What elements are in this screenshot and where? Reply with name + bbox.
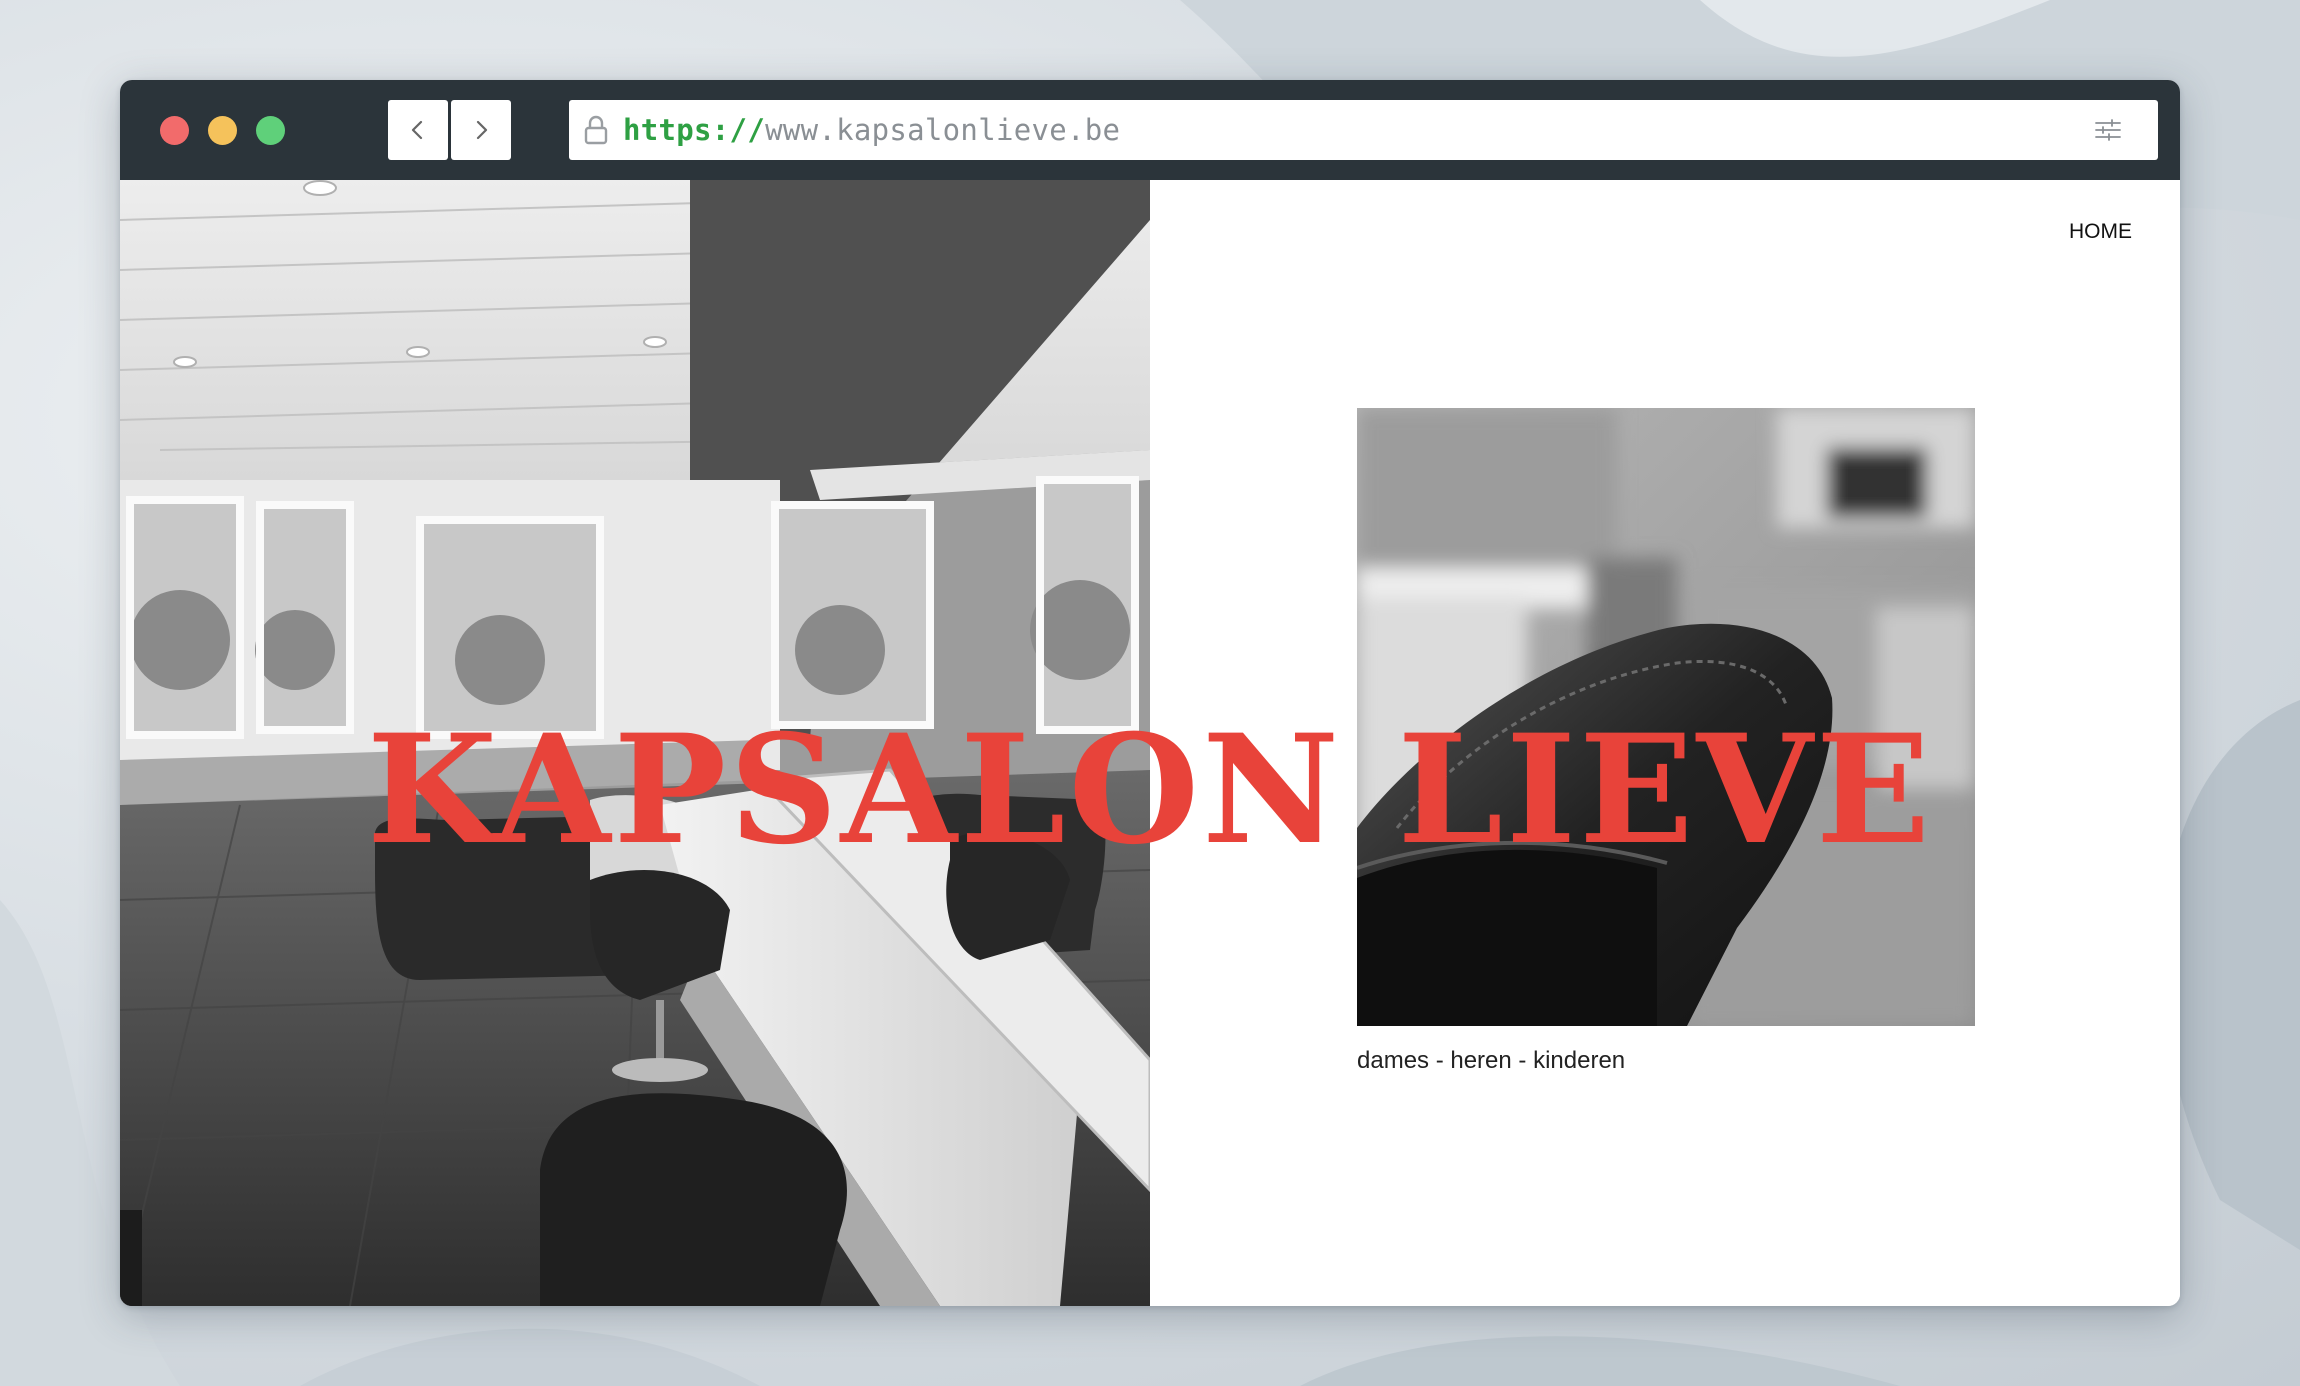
sliders-icon	[2095, 119, 2121, 141]
browser-toolbar: https://www.kapsalonlieve.be	[120, 80, 2180, 180]
minimize-window-button[interactable]	[208, 116, 237, 145]
lock-icon	[581, 112, 611, 148]
address-bar[interactable]: https://www.kapsalonlieve.be	[569, 100, 2158, 160]
page-content: HOME dames - heren - kinderen KAPSALON L…	[120, 180, 2180, 1306]
browser-window: https://www.kapsalonlieve.be HOME dames …	[120, 80, 2180, 1306]
close-window-button[interactable]	[160, 116, 189, 145]
url-scheme: https://	[623, 113, 766, 147]
tagline: dames - heren - kinderen	[1357, 1047, 1626, 1074]
back-button[interactable]	[388, 100, 448, 160]
url-text: https://www.kapsalonlieve.be	[623, 113, 1120, 147]
chevron-left-icon	[411, 120, 423, 140]
site-title: KAPSALON LIEVE	[366, 702, 1934, 878]
nav-home-link[interactable]: HOME	[2069, 220, 2132, 244]
url-host: www.kapsalonlieve.be	[765, 113, 1121, 147]
browser-menu-button[interactable]	[2078, 100, 2138, 160]
maximize-window-button[interactable]	[256, 116, 285, 145]
forward-button[interactable]	[451, 100, 511, 160]
chevron-right-icon	[476, 120, 488, 140]
